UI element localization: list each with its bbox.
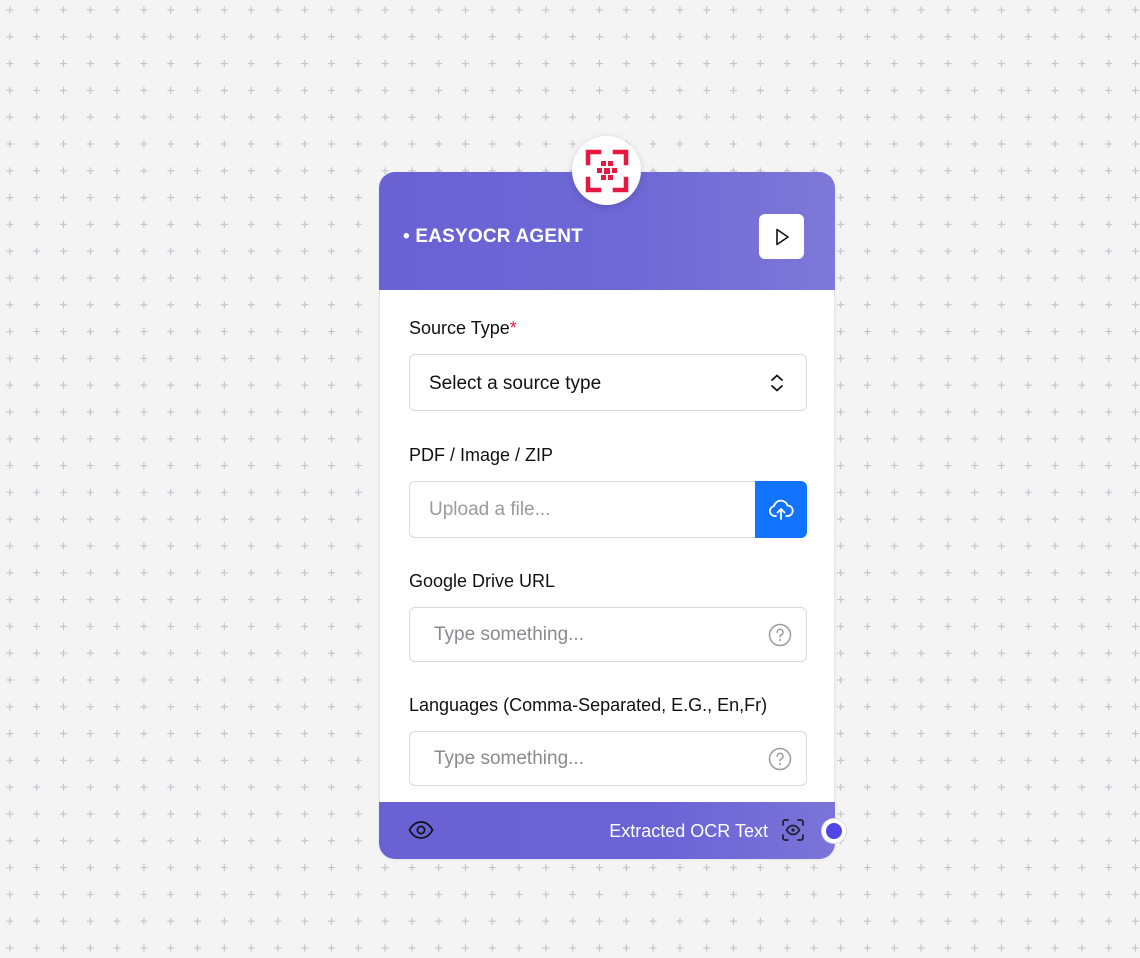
ocr-scan-icon [585, 149, 628, 192]
node-footer: Extracted OCR Text [379, 802, 835, 859]
output-handle[interactable] [822, 819, 846, 843]
output-label: Extracted OCR Text [609, 821, 768, 841]
required-mark: * [509, 318, 517, 338]
easyocr-agent-node[interactable]: • EASYOCR AGENT Source Type* Select a so… [379, 172, 835, 859]
scan-eye-icon [782, 819, 804, 841]
languages-input[interactable] [410, 732, 760, 785]
file-upload-label: PDF / Image / ZIP [409, 445, 554, 465]
source-type-value: Select a source type [429, 373, 602, 394]
play-icon [775, 228, 789, 245]
drive-url-input[interactable] [410, 608, 760, 661]
run-button[interactable] [759, 214, 804, 259]
question-circle-icon[interactable] [768, 623, 792, 647]
question-circle-icon[interactable] [768, 747, 792, 771]
drive-url-field [409, 607, 807, 662]
node-title: • EASYOCR AGENT [403, 226, 583, 247]
file-upload-row [409, 481, 807, 538]
cloud-upload-icon [769, 499, 794, 520]
chevron-up-down-icon [771, 374, 783, 392]
workflow-canvas[interactable]: • EASYOCR AGENT Source Type* Select a so… [0, 0, 1140, 958]
source-type-select[interactable]: Select a source type [409, 354, 807, 411]
file-upload-input[interactable] [409, 481, 756, 538]
eye-icon[interactable] [408, 820, 434, 840]
source-type-label: Source Type* [409, 318, 517, 339]
languages-field [409, 731, 807, 786]
languages-label: Languages (Comma-Separated, E.G., En,Fr) [409, 695, 768, 715]
agent-logo [572, 136, 641, 205]
drive-url-label: Google Drive URL [409, 571, 556, 591]
upload-button[interactable] [755, 481, 807, 538]
source-type-label-text: Source Type [409, 318, 510, 338]
